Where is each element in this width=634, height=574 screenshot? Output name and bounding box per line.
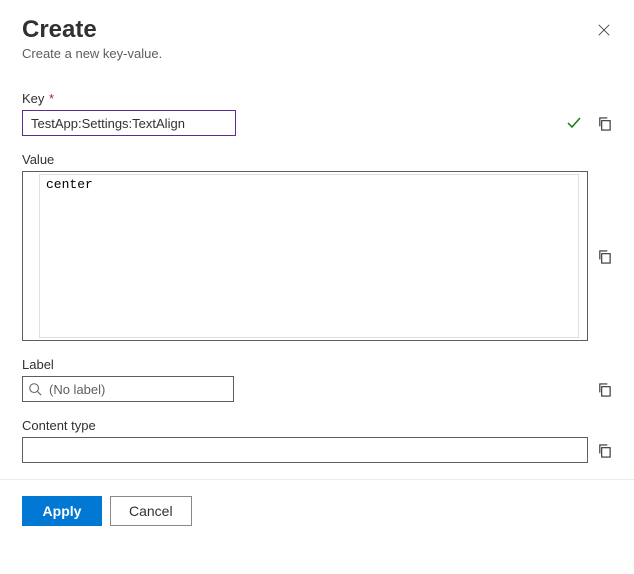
content-type-input[interactable] bbox=[22, 437, 588, 463]
label-input[interactable] bbox=[22, 376, 234, 402]
key-field: Key * bbox=[22, 91, 612, 136]
copy-content-type-button[interactable] bbox=[596, 442, 612, 458]
value-field: Value bbox=[22, 152, 612, 341]
copy-label-button[interactable] bbox=[596, 381, 612, 397]
close-icon bbox=[597, 23, 611, 37]
value-editor-container bbox=[22, 171, 588, 341]
panel-header: Create Create a new key-value. bbox=[22, 16, 612, 61]
copy-icon bbox=[597, 249, 612, 264]
page-title: Create bbox=[22, 16, 162, 44]
check-icon bbox=[566, 115, 582, 131]
content-type-label: Content type bbox=[22, 418, 612, 433]
copy-value-button[interactable] bbox=[596, 248, 612, 264]
cancel-button[interactable]: Cancel bbox=[110, 496, 192, 526]
value-label: Value bbox=[22, 152, 612, 167]
search-icon bbox=[28, 382, 42, 396]
copy-icon bbox=[597, 116, 612, 131]
key-label: Key * bbox=[22, 91, 612, 106]
required-indicator: * bbox=[45, 91, 54, 106]
content-type-field: Content type bbox=[22, 418, 612, 463]
apply-button[interactable]: Apply bbox=[22, 496, 102, 526]
page-subtitle: Create a new key-value. bbox=[22, 46, 162, 61]
label-field: Label bbox=[22, 357, 612, 402]
key-input[interactable] bbox=[22, 110, 236, 136]
copy-icon bbox=[597, 382, 612, 397]
copy-key-button[interactable] bbox=[596, 115, 612, 131]
label-label: Label bbox=[22, 357, 612, 372]
copy-icon bbox=[597, 443, 612, 458]
value-textarea[interactable] bbox=[39, 174, 579, 338]
footer: Apply Cancel bbox=[0, 480, 634, 542]
close-button[interactable] bbox=[596, 22, 612, 38]
